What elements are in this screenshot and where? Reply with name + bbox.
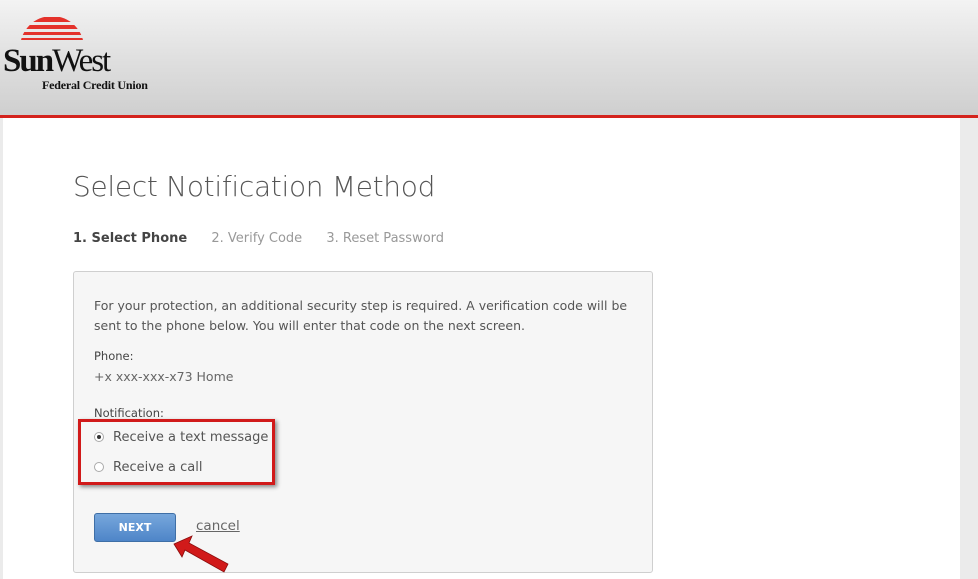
red-arrow-icon [173,535,229,573]
step-select-phone: 1. Select Phone [73,231,188,246]
next-button[interactable]: NEXT [94,513,176,542]
phone-value: +x xxx-xxx-x73 Home [94,369,234,384]
notification-panel: For your protection, an additional secur… [73,271,653,573]
step-indicator: 1. Select Phone 2. Verify Code 3. Reset … [73,231,464,246]
sun-stripes-logo-icon [20,17,84,40]
radio-text-message[interactable] [94,432,104,442]
page-scrollbar[interactable] [960,118,978,579]
page-title: Select Notification Method [73,170,436,203]
notification-label: Notification: [94,406,164,420]
option-text-message[interactable]: Receive a text message [94,427,268,447]
option-call-label: Receive a call [113,459,203,475]
logo-wordmark: SunWest [3,43,111,79]
sunwest-logo[interactable]: SunWest Federal Credit Union [2,6,162,96]
phone-label: Phone: [94,349,134,363]
step-reset-password: 3. Reset Password [326,231,445,246]
cancel-link[interactable]: cancel [196,518,240,534]
option-text-message-label: Receive a text message [113,429,269,445]
option-call[interactable]: Receive a call [94,457,202,477]
logo-wordmark-bold: Sun [3,43,54,79]
main-content: Select Notification Method 1. Select Pho… [3,118,960,579]
step-verify-code: 2. Verify Code [211,231,303,246]
logo-wordmark-light: West [52,43,111,79]
security-intro-text: For your protection, an additional secur… [94,298,628,333]
radio-call[interactable] [94,462,104,472]
logo-subtitle: Federal Credit Union [42,78,148,92]
site-header: SunWest Federal Credit Union [0,0,978,118]
